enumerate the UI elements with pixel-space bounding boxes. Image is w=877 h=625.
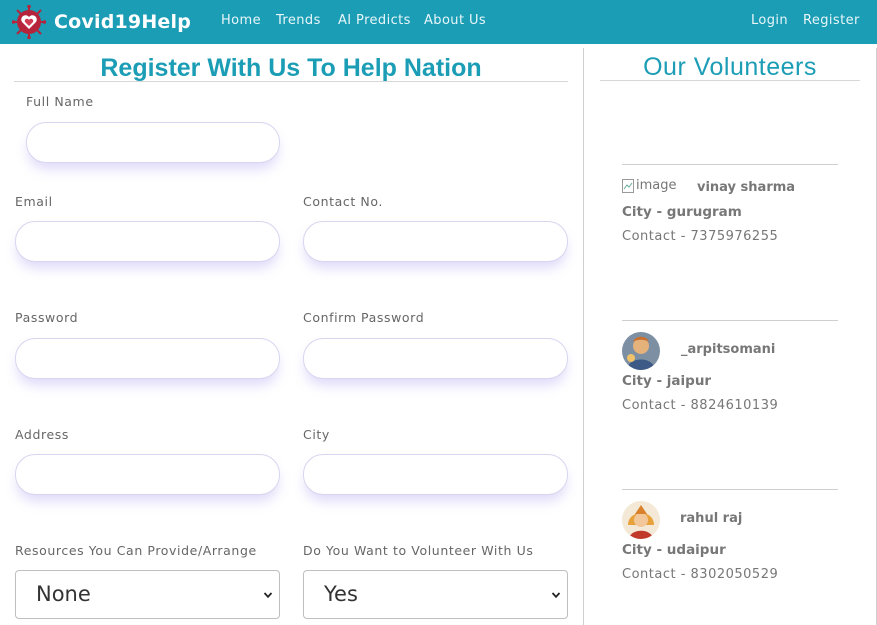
registration-form: Register With Us To Help Nation Full Nam… — [0, 48, 584, 625]
resources-label: Resources You Can Provide/Arrange — [15, 543, 257, 558]
volunteer-city: City - udaipur — [622, 542, 726, 558]
nav-ai-predicts-link[interactable]: AI Predicts — [338, 13, 411, 28]
volunteer-card-divider — [622, 489, 838, 490]
volunteer-city: City - gurugram — [622, 204, 742, 220]
virus-heart-logo-icon — [11, 4, 47, 40]
full-name-input[interactable] — [26, 122, 280, 163]
volunteers-divider — [600, 80, 860, 81]
title-divider — [14, 81, 568, 82]
email-input[interactable] — [15, 221, 280, 262]
volunteer-city: City - jaipur — [622, 373, 712, 389]
email-label: Email — [15, 194, 53, 209]
navbar: Covid19Help Home Trends AI Predicts Abou… — [0, 0, 877, 44]
nav-trends-link[interactable]: Trends — [276, 13, 321, 28]
brand[interactable]: Covid19Help — [11, 4, 192, 40]
contact-label: Contact No. — [303, 194, 383, 209]
nav-home-link[interactable]: Home — [221, 13, 261, 28]
volunteer-avatar-broken-image: image — [622, 178, 677, 193]
nav-login-link[interactable]: Login — [751, 13, 788, 28]
contact-input[interactable] — [303, 221, 568, 262]
password-label: Password — [15, 310, 79, 325]
volunteer-contact: Contact - 8302050529 — [622, 567, 779, 582]
chevron-down-icon — [263, 592, 273, 599]
password-input[interactable] — [15, 338, 280, 379]
form-title: Register With Us To Help Nation — [100, 54, 482, 82]
confirm-password-label: Confirm Password — [303, 310, 425, 325]
volunteer-label: Do You Want to Volunteer With Us — [303, 543, 534, 558]
chevron-down-icon — [551, 592, 561, 599]
city-label: City — [303, 427, 330, 442]
volunteer-contact: Contact - 8824610139 — [622, 398, 779, 413]
volunteer-avatar — [622, 332, 660, 370]
broken-image-icon — [622, 178, 634, 193]
volunteer-contact: Contact - 7375976255 — [622, 229, 779, 244]
volunteers-title: Our Volunteers — [643, 53, 817, 81]
volunteer-card-divider — [622, 320, 838, 321]
nav-about-us-link[interactable]: About Us — [424, 13, 486, 28]
brand-name: Covid19Help — [54, 11, 192, 33]
resources-selected-value: None — [36, 582, 91, 606]
city-input[interactable] — [303, 454, 568, 495]
volunteer-avatar — [622, 501, 660, 539]
resources-select[interactable]: None — [15, 570, 280, 619]
address-input[interactable] — [15, 454, 280, 495]
confirm-password-input[interactable] — [303, 338, 568, 379]
volunteer-selected-value: Yes — [324, 582, 358, 606]
volunteer-name: rahul raj — [680, 511, 743, 526]
volunteer-select[interactable]: Yes — [303, 570, 568, 619]
volunteer-name: _arpitsomani — [681, 342, 776, 357]
broken-image-alt-text: image — [636, 178, 677, 193]
volunteers-panel: Our Volunteers image vinay sharma City -… — [585, 48, 877, 625]
address-label: Address — [15, 427, 69, 442]
volunteer-name: vinay sharma — [697, 180, 796, 195]
nav-register-link[interactable]: Register — [803, 13, 860, 28]
full-name-label: Full Name — [26, 94, 94, 109]
volunteer-card-divider — [622, 164, 838, 165]
